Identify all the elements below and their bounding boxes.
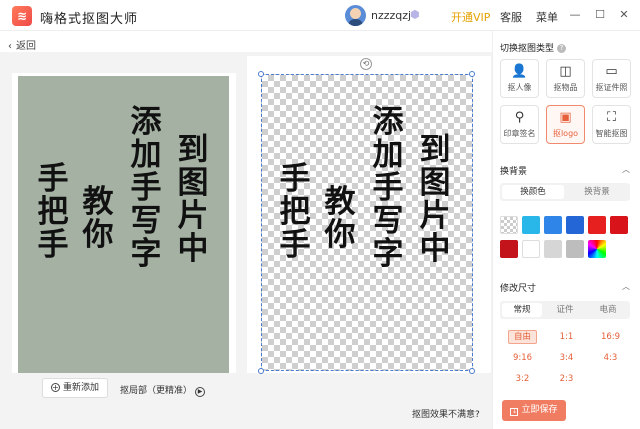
open-vip-button[interactable]: 开通VIP	[451, 9, 490, 25]
calligraphy-column: 添加手写字	[130, 104, 162, 272]
swatch-color[interactable]	[566, 216, 584, 234]
app-logo-icon: ≋	[12, 6, 32, 26]
resize-handle[interactable]	[258, 368, 264, 374]
vip-badge-icon: ⬢	[410, 8, 420, 21]
logo-icon: ▣	[559, 110, 572, 125]
calligraphy-column: 添加手写字	[372, 104, 404, 272]
type-object[interactable]: ◫ 抠物品	[546, 59, 585, 98]
person-icon: 👤	[511, 64, 528, 79]
swatch-custom-color[interactable]	[588, 240, 606, 258]
title-bar: ≋ 嗨格式抠图大师 nzzzqzj ⬢ 开通VIP 客服 菜单 — ☐ ✕	[0, 0, 640, 31]
tab-ecommerce[interactable]: 电商	[588, 303, 628, 317]
swatch-color[interactable]	[544, 240, 562, 258]
bag-icon: ◫	[559, 64, 572, 79]
ratio-3-2[interactable]: 3:2	[508, 372, 537, 386]
swatch-color[interactable]	[522, 240, 540, 258]
help-icon[interactable]: ?	[557, 44, 567, 53]
swatch-color[interactable]	[588, 216, 606, 234]
swatch-transparent[interactable]	[500, 216, 518, 234]
back-link[interactable]: ‹ 返回	[8, 37, 36, 52]
tab-id[interactable]: 证件	[545, 303, 585, 317]
ratio-4-3[interactable]: 4:3	[596, 351, 625, 365]
customer-service-button[interactable]: 客服	[500, 9, 522, 25]
calligraphy-column: 到图片中	[177, 132, 209, 267]
swatch-color[interactable]	[544, 216, 562, 234]
ratio-16-9[interactable]: 16:9	[596, 330, 625, 344]
tab-change-color[interactable]: 换颜色	[502, 185, 564, 199]
id-card-icon: ▭	[605, 64, 618, 79]
ratio-9-16[interactable]: 9:16	[508, 351, 537, 365]
rotate-icon[interactable]: ⟲	[360, 58, 372, 70]
swatch-color[interactable]	[500, 240, 518, 258]
swatch-color[interactable]	[610, 216, 628, 234]
local-cutout-label: 抠局部（更精准）	[120, 386, 193, 396]
unhappy-link[interactable]: 抠图效果不满意?	[412, 407, 480, 420]
ratio-1-1[interactable]: 1:1	[552, 330, 581, 344]
background-tabs: 换颜色 换背景	[500, 183, 630, 201]
ratio-3-4[interactable]: 3:4	[552, 351, 581, 365]
back-label: 返回	[16, 41, 36, 52]
save-label: 立即保存	[521, 405, 558, 415]
plus-icon: +	[51, 383, 60, 392]
size-title: 修改尺寸	[500, 284, 537, 294]
minimize-icon[interactable]: —	[568, 8, 582, 22]
play-icon: ▶	[195, 387, 206, 397]
resize-handle[interactable]	[469, 368, 475, 374]
type-stamp[interactable]: ⚲ 印章签名	[500, 105, 539, 144]
chevron-left-icon: ‹	[8, 41, 12, 52]
calligraphy-column: 教你	[82, 184, 114, 253]
type-id-photo[interactable]: ▭ 抠证件照	[592, 59, 631, 98]
stamp-icon: ⚲	[514, 110, 525, 125]
calligraphy-column: 到图片中	[419, 132, 451, 267]
size-tabs: 常规 证件 电商	[500, 301, 630, 319]
swatch-color[interactable]	[522, 216, 540, 234]
maximize-icon[interactable]: ☐	[593, 8, 607, 22]
app-title: 嗨格式抠图大师	[40, 12, 139, 27]
type-smart[interactable]: ⛶ 智能抠图	[592, 105, 631, 144]
readd-button[interactable]: + 重新添加	[42, 378, 108, 398]
calligraphy-column: 手把手	[279, 161, 311, 263]
readd-label: 重新添加	[63, 383, 100, 393]
swatch-color[interactable]	[566, 240, 584, 258]
smart-scan-icon: ⛶	[606, 110, 617, 125]
calligraphy-column: 手把手	[37, 161, 69, 263]
cutout-type-title: 切换抠图类型?	[500, 41, 567, 54]
chevron-up-icon[interactable]: ︿	[622, 281, 630, 292]
background-title: 换背景	[500, 167, 528, 177]
menu-button[interactable]: 菜单	[536, 9, 558, 25]
ratio-free[interactable]: 自由	[508, 330, 537, 344]
type-portrait[interactable]: 👤 抠人像	[500, 59, 539, 98]
resize-handle[interactable]	[258, 71, 264, 77]
tab-regular[interactable]: 常规	[502, 303, 542, 317]
ratio-2-3[interactable]: 2:3	[552, 372, 581, 386]
tab-change-background[interactable]: 换背景	[566, 185, 628, 199]
local-cutout-button[interactable]: 抠局部（更精准） ▶	[120, 383, 206, 397]
username[interactable]: nzzzqzj	[371, 9, 411, 22]
resize-handle[interactable]	[469, 71, 475, 77]
close-icon[interactable]: ✕	[617, 8, 631, 22]
type-logo[interactable]: ▣ 抠logo	[546, 105, 585, 144]
save-now-button[interactable]: ↓ 立即保存	[502, 400, 566, 421]
download-icon: ↓	[510, 408, 519, 416]
user-avatar[interactable]	[345, 5, 366, 26]
calligraphy-column: 教你	[324, 184, 356, 253]
chevron-up-icon[interactable]: ︿	[622, 164, 630, 175]
